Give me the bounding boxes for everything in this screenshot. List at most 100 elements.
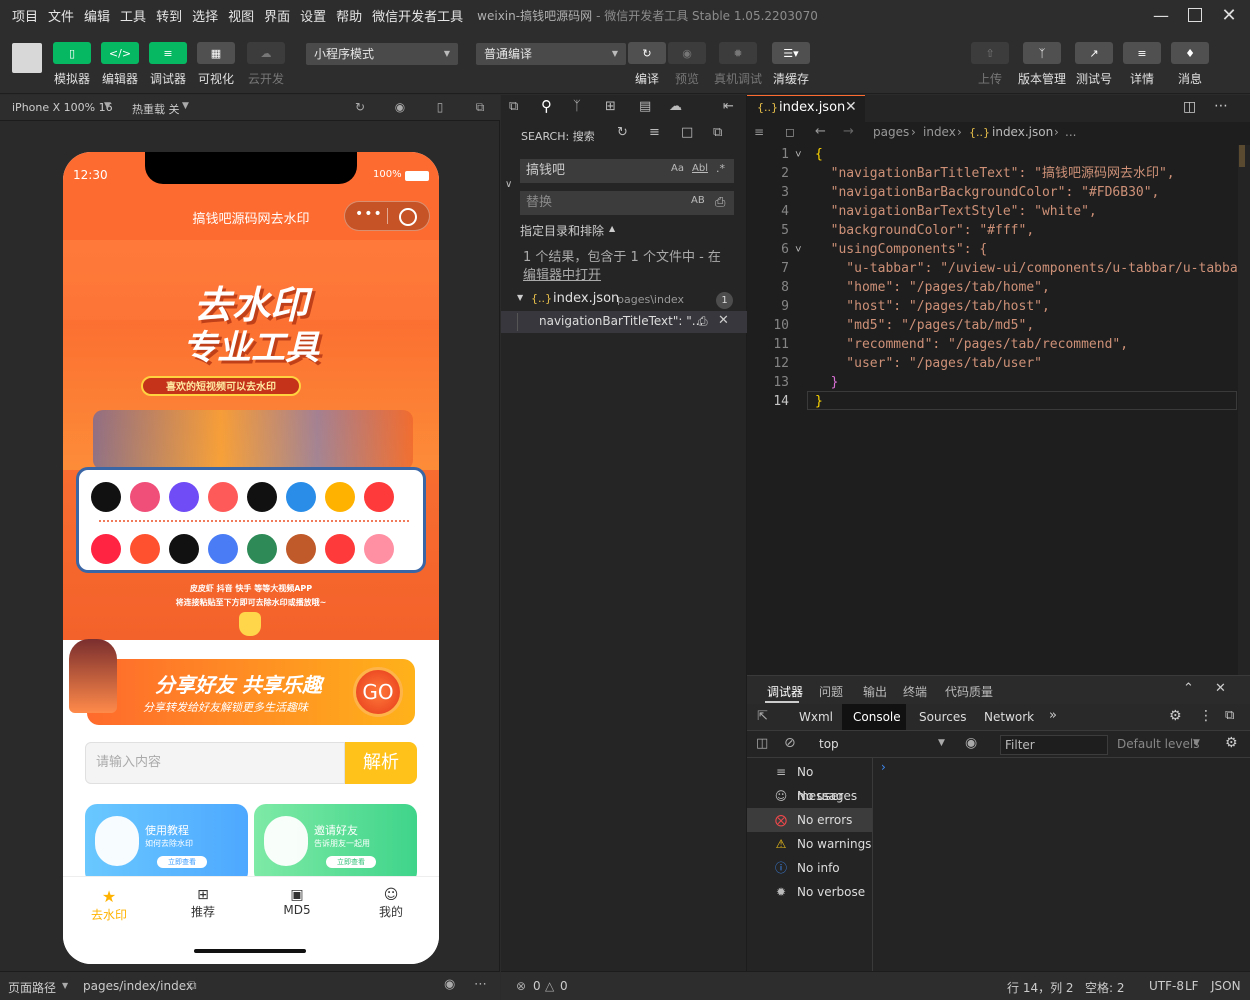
result-file-row[interactable]: ▼ {..} index.json pages\index 1 bbox=[501, 290, 747, 310]
link-input[interactable]: 请输入内容 bbox=[85, 742, 345, 784]
clear-results-icon[interactable]: ≡ bbox=[649, 125, 660, 140]
menu-ui[interactable]: 界面 bbox=[260, 6, 294, 25]
search-icon[interactable]: ⚲ bbox=[541, 97, 552, 115]
warning-count[interactable]: 0 bbox=[560, 979, 568, 993]
preserve-case-toggle[interactable]: AB bbox=[691, 195, 705, 206]
chevron-up-icon[interactable]: ⌃ bbox=[1183, 681, 1194, 696]
replace-icon[interactable]: ⎙ bbox=[698, 314, 708, 329]
close-tab-icon[interactable]: ✕ bbox=[845, 99, 857, 115]
subtab-wxml[interactable]: Wxml bbox=[799, 710, 833, 724]
subtab-sources[interactable]: Sources bbox=[919, 710, 966, 724]
minimize-button[interactable]: — bbox=[1144, 0, 1178, 30]
close-panel-icon[interactable]: ✕ bbox=[1215, 681, 1226, 696]
preview-button[interactable]: ◉ 预览 bbox=[668, 42, 706, 87]
invite-card[interactable]: 邀请好友 告诉朋友一起用 立即查看 bbox=[254, 804, 417, 884]
filter-errors[interactable]: ⨂ No errors bbox=[747, 808, 872, 832]
warning-count-icon[interactable]: △ bbox=[545, 979, 554, 993]
tab-code-quality[interactable]: 代码质量 bbox=[945, 683, 993, 700]
rotate-icon[interactable]: ↻ bbox=[352, 100, 368, 116]
editor-toggle[interactable]: </> 编辑器 bbox=[100, 42, 140, 87]
encoding[interactable]: UTF-8 bbox=[1149, 979, 1184, 993]
inspect-icon[interactable]: ⇱ bbox=[757, 709, 768, 724]
collapse-icon[interactable]: ⇤ bbox=[723, 99, 734, 114]
tab-terminal[interactable]: 终端 bbox=[903, 683, 927, 700]
test-account-button[interactable]: ↗ 测试号 bbox=[1075, 42, 1113, 87]
tab-md5[interactable]: ▣ MD5 bbox=[257, 887, 337, 917]
filter-verbose[interactable]: ✹ No verbose bbox=[747, 880, 872, 904]
eye-icon[interactable]: ◉ bbox=[444, 977, 455, 992]
filter-user-messages[interactable]: ☺No user me... bbox=[747, 784, 872, 827]
match-case-toggle[interactable]: Aa bbox=[671, 163, 684, 174]
detach-icon[interactable]: ⧉ bbox=[472, 100, 488, 116]
error-count[interactable]: 0 bbox=[533, 979, 541, 993]
menu-file[interactable]: 文件 bbox=[44, 6, 78, 25]
tab-output[interactable]: 输出 bbox=[863, 683, 887, 700]
menu-devtools[interactable]: 微信开发者工具 bbox=[368, 6, 467, 25]
replace-all-icon[interactable]: ⎙ bbox=[715, 195, 725, 210]
device-select[interactable]: iPhone X 100% 16 bbox=[12, 101, 113, 114]
invite-view-button[interactable]: 立即查看 bbox=[326, 856, 376, 868]
copy-icon[interactable]: ⧉ bbox=[188, 978, 197, 993]
tab-debugger[interactable]: 调试器 bbox=[767, 683, 803, 700]
cloud-icon[interactable]: ☁ bbox=[669, 99, 682, 114]
menu-goto[interactable]: 转到 bbox=[152, 6, 186, 25]
result-match-row[interactable]: navigationBarTitleText": "... ⎙ ✕ bbox=[501, 311, 747, 333]
tutorial-view-button[interactable]: 立即查看 bbox=[157, 856, 207, 868]
extensions-icon[interactable]: ⊞ bbox=[605, 99, 616, 114]
parse-button[interactable]: 解析 bbox=[345, 742, 417, 784]
avatar[interactable] bbox=[12, 43, 42, 73]
fold-chevron-icon[interactable]: ˅ bbox=[795, 145, 802, 164]
visual-toggle[interactable]: ▦ 可视化 bbox=[196, 42, 236, 87]
cursor-position[interactable]: 行 14，列 2 bbox=[1007, 979, 1074, 996]
stop-icon[interactable]: ◉ bbox=[392, 100, 408, 116]
clear-cache-button[interactable]: ☰▾ 清缓存 bbox=[772, 42, 810, 87]
new-search-editor-icon[interactable]: □ bbox=[681, 125, 693, 140]
chevron-down-icon[interactable]: ∨ bbox=[505, 179, 512, 190]
compile-select[interactable]: 普通编译 ▼ bbox=[476, 43, 626, 65]
context-select[interactable]: top bbox=[819, 737, 839, 751]
dismiss-icon[interactable]: ✕ bbox=[718, 313, 729, 328]
sidebar-toggle-icon[interactable]: ◫ bbox=[756, 736, 768, 751]
kebab-icon[interactable]: ⋮ bbox=[1199, 708, 1213, 724]
compile-button[interactable]: ↻ 编译 bbox=[628, 42, 666, 87]
tab-recommend[interactable]: ⊞ 推荐 bbox=[163, 887, 243, 920]
files-icon[interactable]: ⧉ bbox=[509, 99, 518, 114]
more-icon[interactable]: ••• bbox=[355, 206, 383, 222]
go-button[interactable]: GO bbox=[353, 667, 403, 717]
breadcrumb-index[interactable]: index bbox=[923, 125, 956, 139]
menu-edit[interactable]: 编辑 bbox=[80, 6, 114, 25]
hotreload-select[interactable]: 热重载 关 bbox=[132, 101, 180, 117]
menu-select[interactable]: 选择 bbox=[188, 6, 222, 25]
messages-button[interactable]: ♦ 消息 bbox=[1171, 42, 1209, 87]
error-count-icon[interactable]: ⊗ bbox=[516, 979, 526, 993]
eye-icon[interactable]: ◉ bbox=[965, 735, 977, 751]
more-tabs-icon[interactable]: » bbox=[1049, 708, 1057, 723]
version-button[interactable]: ᛉ 版本管理 bbox=[1017, 42, 1067, 87]
menu-tools[interactable]: 工具 bbox=[116, 6, 150, 25]
real-debug-button[interactable]: ✹ 真机调试 bbox=[712, 42, 764, 87]
tab-problems[interactable]: 问题 bbox=[819, 683, 843, 700]
regex-toggle[interactable]: .* bbox=[716, 162, 725, 175]
gear-icon[interactable]: ⚙ bbox=[1169, 708, 1182, 724]
filter-info[interactable]: ⓘ No info bbox=[747, 856, 872, 880]
fold-chevron-icon[interactable]: ˅ bbox=[795, 240, 802, 259]
breadcrumb-file[interactable]: index.json bbox=[992, 125, 1053, 139]
filter-warnings[interactable]: ⚠ No warnings bbox=[747, 832, 872, 856]
log-levels-select[interactable]: Default levels bbox=[1117, 737, 1199, 751]
maximize-button[interactable] bbox=[1178, 0, 1212, 30]
menu-help[interactable]: 帮助 bbox=[332, 6, 366, 25]
subtab-console[interactable]: Console bbox=[853, 710, 901, 724]
collapse-all-icon[interactable]: ⧉ bbox=[713, 125, 722, 140]
include-exclude-label[interactable]: 指定目录和排除 bbox=[520, 222, 604, 239]
menu-project[interactable]: 项目 bbox=[8, 6, 42, 25]
more-icon[interactable]: ⋯ bbox=[474, 977, 487, 992]
breadcrumb-more[interactable]: ... bbox=[1065, 125, 1076, 139]
cloud-button[interactable]: ☁ 云开发 bbox=[246, 42, 286, 87]
clear-console-icon[interactable]: ⊘ bbox=[784, 735, 796, 751]
capsule-menu[interactable]: ••• bbox=[344, 201, 430, 231]
split-editor-icon[interactable]: ◫ bbox=[1183, 99, 1196, 115]
whole-word-toggle[interactable]: Abl bbox=[692, 163, 708, 174]
subtab-network[interactable]: Network bbox=[984, 710, 1034, 724]
close-mini-icon[interactable] bbox=[399, 208, 417, 226]
open-in-editor-link[interactable]: 编辑器中打开 bbox=[523, 264, 601, 283]
